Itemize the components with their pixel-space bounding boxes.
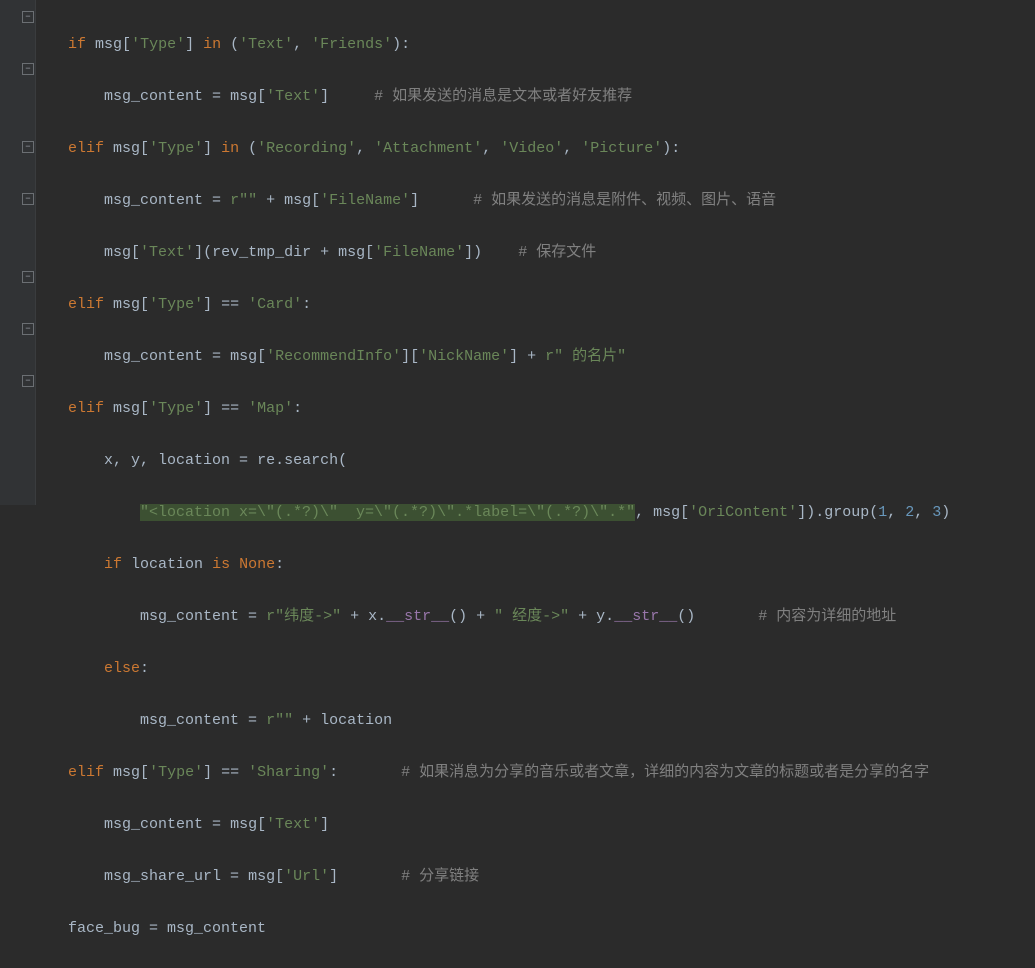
code-line[interactable]: msg_content = r"纬度->" + x.__str__() + " … [68, 604, 1035, 630]
code-line[interactable]: elif msg['Type'] in ('Recording', 'Attac… [68, 136, 1035, 162]
fold-icon[interactable]: − [22, 323, 34, 335]
code-line[interactable]: elif msg['Type'] == 'Card': [68, 292, 1035, 318]
code-editor[interactable]: if msg['Type'] in ('Text', 'Friends'): m… [36, 6, 1035, 968]
code-line[interactable]: msg_content = msg['Text'] [68, 812, 1035, 838]
code-line[interactable]: x, y, location = re.search( [68, 448, 1035, 474]
code-line[interactable]: msg_share_url = msg['Url'] # 分享链接 [68, 864, 1035, 890]
code-line[interactable]: if location is None: [68, 552, 1035, 578]
code-line[interactable]: msg_content = r"" + location [68, 708, 1035, 734]
code-line[interactable]: else: [68, 656, 1035, 682]
code-line[interactable]: if msg['Type'] in ('Text', 'Friends'): [68, 32, 1035, 58]
code-line[interactable]: msg['Text'](rev_tmp_dir + msg['FileName'… [68, 240, 1035, 266]
editor-gutter: − − − − − − − [0, 0, 36, 505]
fold-icon[interactable]: − [22, 63, 34, 75]
fold-icon[interactable]: − [22, 11, 34, 23]
code-line[interactable]: elif msg['Type'] == 'Map': [68, 396, 1035, 422]
code-line[interactable]: elif msg['Type'] == 'Sharing': # 如果消息为分享… [68, 760, 1035, 786]
code-line[interactable]: msg_content = r"" + msg['FileName'] # 如果… [68, 188, 1035, 214]
code-line[interactable]: msg_content = msg['Text'] # 如果发送的消息是文本或者… [68, 84, 1035, 110]
fold-icon[interactable]: − [22, 375, 34, 387]
fold-icon[interactable]: − [22, 193, 34, 205]
fold-icon[interactable]: − [22, 141, 34, 153]
code-line[interactable]: "<location x=\"(.*?)\" y=\"(.*?)\".*labe… [68, 500, 1035, 526]
code-line[interactable]: msg_content = msg['RecommendInfo']['Nick… [68, 344, 1035, 370]
fold-icon[interactable]: − [22, 271, 34, 283]
code-line[interactable]: face_bug = msg_content [68, 916, 1035, 942]
